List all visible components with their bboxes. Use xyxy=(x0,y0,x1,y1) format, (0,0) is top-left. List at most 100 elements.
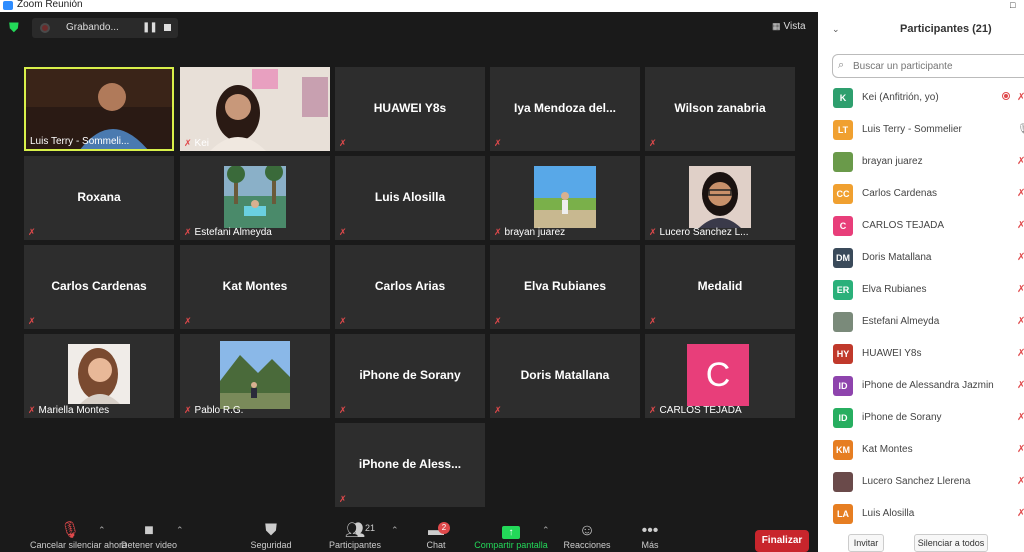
video-tile[interactable]: Elva Rubianes ✗ xyxy=(490,245,640,329)
video-tile[interactable]: Medalid ✗ xyxy=(645,245,795,329)
share-screen-button[interactable]: ↑ Compartir pantalla xyxy=(470,520,552,550)
participant-name: Kat Montes xyxy=(862,444,913,455)
participant-name: Medalid xyxy=(697,279,743,293)
participant-row[interactable]: CC Carlos Cardenas ✗ xyxy=(818,180,1024,212)
muted-mic-icon[interactable]: ✗ xyxy=(1017,316,1024,327)
video-tile[interactable]: ✗ Kei xyxy=(180,67,330,151)
more-button[interactable]: ••• Más xyxy=(634,520,666,550)
stop-recording-button[interactable] xyxy=(164,24,171,31)
muted-mic-icon[interactable]: ✗ xyxy=(1017,348,1024,359)
video-tile[interactable]: Kat Montes ✗ xyxy=(180,245,330,329)
record-icon xyxy=(40,23,50,33)
muted-mic-icon[interactable]: ✗ xyxy=(1017,284,1024,295)
video-tile[interactable]: Luis Alosilla ✗ xyxy=(335,156,485,240)
muted-mic-icon[interactable]: ✗ xyxy=(1017,412,1024,423)
video-tile[interactable]: Iya Mendoza del... ✗ xyxy=(490,67,640,151)
participant-name: CARLOS TEJADA xyxy=(659,405,742,416)
tile-label: ✗ xyxy=(339,316,350,327)
tile-label: ✗ xyxy=(339,138,350,149)
participant-row[interactable]: K Kei (Anfitrión, yo) ✗ xyxy=(818,84,1024,116)
panel-footer: Invitar Silenciar a todos xyxy=(818,530,1024,552)
participant-row[interactable]: LT Luis Terry - Sommelier 🎙︎ xyxy=(818,116,1024,148)
tile-label: ✗ brayan juarez xyxy=(494,227,565,238)
participant-search[interactable]: ⌕ xyxy=(832,54,1024,78)
participant-row[interactable]: brayan juarez ✗ xyxy=(818,148,1024,180)
participant-row[interactable]: LA Luis Alosilla ✗ xyxy=(818,500,1024,532)
video-tile[interactable]: HUAWEI Y8s ✗ xyxy=(335,67,485,151)
video-tile[interactable]: Doris Matallana ✗ xyxy=(490,334,640,418)
end-meeting-button[interactable]: Finalizar xyxy=(755,530,809,552)
muted-mic-icon[interactable]: ✗ xyxy=(1017,220,1024,231)
tile-label: ✗ Pablo R.G. xyxy=(184,405,243,416)
security-button[interactable]: ⛊ Seguridad xyxy=(246,520,296,550)
muted-mic-icon[interactable]: ✗ xyxy=(1017,380,1024,391)
share-screen-icon: ↑ xyxy=(470,520,552,542)
participant-row[interactable]: ID iPhone de Sorany ✗ xyxy=(818,404,1024,436)
tile-label: ✗ xyxy=(649,138,660,149)
participant-row[interactable]: ID iPhone de Alessandra Jazmin ✗ xyxy=(818,372,1024,404)
recording-label: Grabando... xyxy=(66,22,119,33)
video-tile[interactable]: iPhone de Sorany ✗ xyxy=(335,334,485,418)
stop-video-button[interactable]: ■ Detener video xyxy=(118,520,180,550)
shield-icon[interactable]: ⛊ xyxy=(9,21,23,35)
participants-button[interactable]: 👥︎ Participantes xyxy=(322,520,388,550)
chevron-up-icon[interactable]: ⌃ xyxy=(542,525,550,536)
participant-name: Wilson zanabria xyxy=(674,101,766,115)
pause-recording-button[interactable]: ❚❚ xyxy=(142,22,158,33)
muted-mic-icon: ✗ xyxy=(649,316,657,326)
search-input[interactable] xyxy=(853,58,1023,74)
participant-name: Elva Rubianes xyxy=(523,279,607,293)
video-tile[interactable]: ✗ Lucero Sanchez L... xyxy=(645,156,795,240)
video-tile[interactable]: Luis Terry - Sommeli... xyxy=(24,67,174,151)
participant-row[interactable]: DM Doris Matallana ✗ xyxy=(818,244,1024,276)
muted-mic-icon: ✗ xyxy=(28,405,36,415)
muted-mic-icon[interactable]: ✗ xyxy=(1017,444,1024,455)
video-tile[interactable]: Wilson zanabria ✗ xyxy=(645,67,795,151)
participant-name: Lucero Sanchez Llerena xyxy=(862,476,971,487)
participant-row[interactable]: HY HUAWEI Y8s ✗ xyxy=(818,340,1024,372)
mute-all-button[interactable]: Silenciar a todos xyxy=(914,534,988,552)
video-tile[interactable]: ✗ brayan juarez xyxy=(490,156,640,240)
recording-indicator-icon xyxy=(1002,92,1010,100)
avatar: ID xyxy=(833,376,853,396)
video-tile[interactable]: Carlos Cardenas ✗ xyxy=(24,245,174,329)
chevron-down-icon[interactable]: ⌄ xyxy=(832,24,840,35)
participant-row[interactable]: Lucero Sanchez Llerena ✗ xyxy=(818,468,1024,500)
muted-mic-icon[interactable]: ✗ xyxy=(1017,188,1024,199)
participant-row[interactable]: Estefani Almeyda ✗ xyxy=(818,308,1024,340)
video-tile[interactable]: C ✗ CARLOS TEJADA xyxy=(645,334,795,418)
video-tile[interactable]: Roxana ✗ xyxy=(24,156,174,240)
participant-row[interactable]: ER Elva Rubianes ✗ xyxy=(818,276,1024,308)
participant-row[interactable]: C CARLOS TEJADA ✗ xyxy=(818,212,1024,244)
avatar: C xyxy=(833,216,853,236)
video-tile[interactable]: Carlos Arias ✗ xyxy=(335,245,485,329)
chevron-up-icon[interactable]: ⌃ xyxy=(176,525,184,536)
muted-mic-icon: ✗ xyxy=(184,316,192,326)
maximize-button[interactable]: □ xyxy=(1010,0,1015,10)
video-tile[interactable]: iPhone de Aless... ✗ xyxy=(335,423,485,507)
invite-button[interactable]: Invitar xyxy=(848,534,884,552)
participant-row[interactable]: KM Kat Montes ✗ xyxy=(818,436,1024,468)
muted-mic-icon[interactable]: ✗ xyxy=(1017,508,1024,519)
muted-mic-icon[interactable]: ✗ xyxy=(1017,92,1024,103)
tile-label: ✗ xyxy=(28,227,39,238)
mic-icon[interactable]: 🎙︎ xyxy=(1017,124,1024,135)
muted-mic-icon[interactable]: ✗ xyxy=(1017,252,1024,263)
video-tile[interactable]: ✗ Mariella Montes xyxy=(24,334,174,418)
view-button[interactable]: ▦ Vista xyxy=(772,21,806,32)
participant-name: Kei (Anfitrión, yo) xyxy=(862,92,939,103)
profile-photo xyxy=(689,166,751,228)
search-icon: ⌕ xyxy=(838,59,845,71)
reactions-button[interactable]: ☺ Reacciones xyxy=(560,520,614,550)
video-tile[interactable]: ✗ Estefani Almeyda xyxy=(180,156,330,240)
muted-mic-icon: ✗ xyxy=(339,316,347,326)
muted-mic-icon[interactable]: ✗ xyxy=(1017,156,1024,167)
participant-name: iPhone de Aless... xyxy=(358,457,462,471)
chevron-up-icon[interactable]: ⌃ xyxy=(98,525,106,536)
chevron-up-icon[interactable]: ⌃ xyxy=(391,525,399,536)
muted-mic-icon[interactable]: ✗ xyxy=(1017,476,1024,487)
shield-icon: ⛊ xyxy=(264,522,277,539)
profile-photo xyxy=(68,344,130,404)
muted-mic-icon: ✗ xyxy=(184,227,192,237)
video-tile[interactable]: ✗ Pablo R.G. xyxy=(180,334,330,418)
